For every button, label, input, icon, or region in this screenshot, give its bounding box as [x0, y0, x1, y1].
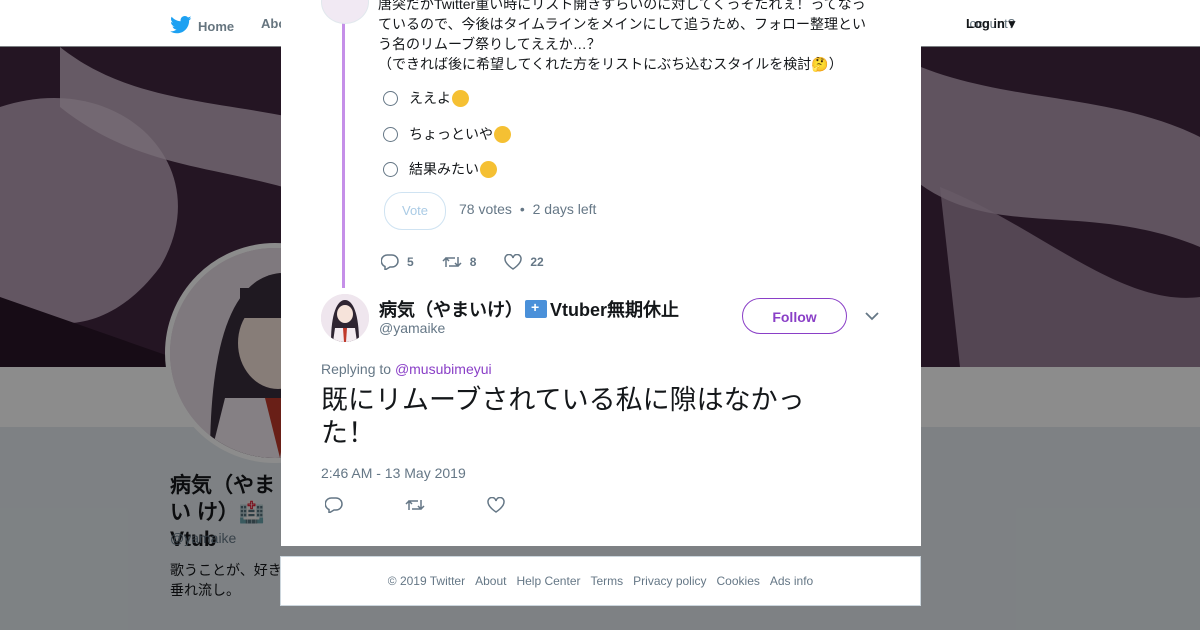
- smiling-face-with-hearts-emoji: [452, 89, 469, 107]
- thread-line: [342, 0, 345, 288]
- footer-link-help-center[interactable]: Help Center: [516, 574, 580, 588]
- like-count: 22: [530, 255, 544, 269]
- reply-icon[interactable]: [325, 497, 343, 513]
- poll-option-2[interactable]: ちょっといや: [383, 124, 511, 144]
- radio-icon: [383, 90, 398, 106]
- radio-icon: [383, 161, 398, 177]
- poll-meta: 78 votes • 2 days left: [459, 201, 596, 217]
- poll-votes: 78 votes: [459, 201, 512, 217]
- twitter-bird-icon: [170, 16, 192, 37]
- like-button[interactable]: 22: [504, 254, 544, 270]
- smiling-face-with-sunglasses-emoji: [480, 160, 497, 178]
- tweet-author-name[interactable]: 病気（やまいけ） Vtuber無期休止: [379, 296, 679, 322]
- footer-link-cookies[interactable]: Cookies: [717, 574, 760, 588]
- hospital-emoji-icon: [525, 299, 547, 318]
- footer-copyright: © 2019 Twitter: [387, 574, 466, 588]
- like-icon: [504, 254, 523, 270]
- nav-home[interactable]: Home: [170, 16, 234, 37]
- vote-button[interactable]: Vote: [384, 192, 446, 230]
- retweet-count: 8: [469, 255, 477, 269]
- reply-count: 5: [407, 255, 414, 269]
- chevron-down-icon[interactable]: [865, 308, 879, 326]
- retweet-icon[interactable]: [405, 497, 425, 513]
- retweet-icon: [442, 254, 462, 270]
- face-with-rolling-eyes-emoji: [494, 125, 511, 143]
- like-icon[interactable]: [487, 497, 505, 513]
- retweet-button[interactable]: 8: [442, 254, 477, 270]
- footer-link-ads-info[interactable]: Ads info: [770, 574, 813, 588]
- nav-home-label: Home: [198, 19, 235, 34]
- previous-tweet-avatar[interactable]: [321, 0, 369, 24]
- radio-icon: [383, 126, 398, 142]
- replying-to-link[interactable]: @musubimeyui: [395, 361, 492, 377]
- chevron-down-icon: ▾: [1008, 16, 1016, 31]
- poll-option-3[interactable]: 結果みたい: [383, 159, 497, 179]
- tweet-modal: 唐突だがTwitter重い時にリスト開きすらいのに対してくっそたれぇ！ってなって…: [281, 0, 921, 546]
- footer-link-terms[interactable]: Terms: [590, 574, 623, 588]
- poll-option-1[interactable]: ええよ: [383, 88, 469, 108]
- replying-to: Replying to @musubimeyui: [321, 361, 492, 377]
- tweet-actions: [325, 497, 567, 513]
- poll-option-label: ええよ: [409, 90, 451, 106]
- reply-icon: [381, 254, 399, 270]
- reply-button[interactable]: 5: [381, 254, 414, 270]
- tweet-text: 既にリムーブされている私に隙はなかった！: [321, 385, 805, 448]
- author-name-text: 病気（やまいけ）: [379, 300, 523, 320]
- footer-link-about[interactable]: About: [475, 574, 506, 588]
- poll-option-label: 結果みたい: [409, 161, 479, 177]
- replying-prefix: Replying to: [321, 361, 392, 377]
- footer-link-privacy[interactable]: Privacy policy: [633, 574, 706, 588]
- tweet-author-avatar[interactable]: [321, 294, 369, 342]
- footer: © 2019 Twitter About Help Center Terms P…: [280, 556, 921, 606]
- tweet-timestamp[interactable]: 2:46 AM - 13 May 2019: [321, 465, 466, 481]
- close-icon[interactable]: [1154, 11, 1180, 37]
- login-link[interactable]: Log in ▾: [966, 16, 1015, 32]
- poll-separator: •: [519, 201, 525, 217]
- poll-option-label: ちょっといや: [409, 126, 493, 142]
- follow-button[interactable]: Follow: [742, 298, 847, 334]
- author-name-suffix: Vtuber無期休止: [550, 300, 680, 320]
- previous-tweet-actions: 5 8 22: [381, 254, 572, 270]
- login-label: Log in: [966, 16, 1005, 31]
- tweet-author-handle[interactable]: @yamaike: [379, 320, 445, 336]
- previous-tweet-text: 唐突だがTwitter重い時にリスト開きすらいのに対してくっそたれぇ！ってなって…: [378, 0, 867, 72]
- poll-time-left: 2 days left: [532, 201, 597, 217]
